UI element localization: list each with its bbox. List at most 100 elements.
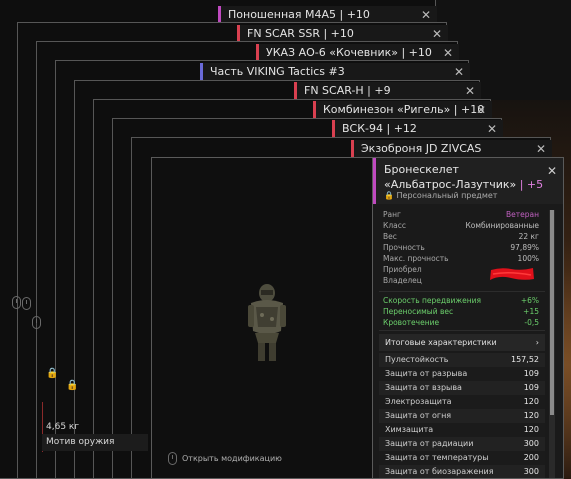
bonus-value: +15 <box>523 307 539 316</box>
item-name-line1: Бронескелет <box>384 163 459 176</box>
bonus-value: -0,5 <box>524 318 539 327</box>
tab-label: УКАЗ АО-6 «Кочевник» | +10 <box>266 46 432 59</box>
bonus-row: Переносимый вес +15 <box>379 307 539 317</box>
stats-scrollbar[interactable] <box>549 210 555 478</box>
stat-value: 100% <box>517 254 539 263</box>
lock-icon: 🔒 <box>46 368 59 379</box>
mouse-icon <box>12 296 21 309</box>
stat-row-rank: Ранг Ветеран <box>379 210 539 220</box>
divider <box>379 330 545 331</box>
tab-label: Часть VIKING Tactics #3 <box>210 65 345 78</box>
stat-key: Приобрел <box>383 265 422 274</box>
table-row: Защита от разрыва 109 <box>379 367 545 381</box>
item-name-part: «Альбатрос-Лазутчик» <box>384 178 517 191</box>
stat-key: Вес <box>383 232 397 241</box>
stat-row-durability: Прочность 97,89% <box>379 243 539 253</box>
mouse-icon <box>22 297 31 310</box>
stat-key: Макс. прочность <box>383 254 449 263</box>
weight-label: 4,65 кг <box>46 422 80 432</box>
item-header: Бронескелет «Альбатрос-Лазутчик» | +5 ✕ … <box>373 158 563 204</box>
row-value: 109 <box>523 383 539 392</box>
stat-value: 22 кг <box>518 232 539 241</box>
tab-label: Экзоброня JD ZIVCAS <box>361 142 482 155</box>
table-row: Защита от температуры 200 <box>379 451 545 465</box>
stat-row-class: Класс Комбинированные <box>379 221 539 231</box>
stat-value: Комбинированные <box>465 221 539 230</box>
row-value: 120 <box>523 397 539 406</box>
armor-image <box>248 284 286 361</box>
tab-label: Поношенная М4А5 | +10 <box>228 8 370 21</box>
row-label: Пулестойкость <box>385 355 449 364</box>
tab-label: FN SCAR-H | +9 <box>304 84 391 97</box>
close-icon[interactable]: ✕ <box>476 101 486 119</box>
item-name-line2: «Альбатрос-Лазутчик» | +5 <box>384 178 543 191</box>
close-icon[interactable]: ✕ <box>454 63 464 81</box>
lock-icon: 🔒 <box>384 191 394 200</box>
bonus-key: Переносимый вес <box>383 307 454 316</box>
table-row: Защита от взрыва 109 <box>379 381 545 395</box>
personal-label: Персональный предмет <box>396 191 498 200</box>
close-icon[interactable]: ✕ <box>547 164 557 178</box>
tab-item-8[interactable]: Экзоброня JD ZIVCAS ✕ <box>351 140 552 158</box>
tab-item-6[interactable]: Комбинезон «Ригель» | +10 ✕ <box>313 101 492 119</box>
stat-value: Ветеран <box>505 210 539 219</box>
row-value: 120 <box>523 411 539 420</box>
divider <box>379 291 545 292</box>
table-row: Защита от огня 120 <box>379 409 545 423</box>
redacted-owner-mark <box>490 268 534 280</box>
row-label: Защита от радиации <box>385 439 474 448</box>
summary-characteristics-button[interactable]: Итоговые характеристики › <box>379 334 545 351</box>
tab-item-5[interactable]: FN SCAR-H | +9 ✕ <box>294 82 481 100</box>
open-modification-button[interactable]: Открыть модификацию <box>168 452 282 465</box>
row-label: Защита от взрыва <box>385 383 462 392</box>
tab-item-4[interactable]: Часть VIKING Tactics #3 ✕ <box>200 63 470 81</box>
table-row: Электрозащита 120 <box>379 395 545 409</box>
mouse-icon <box>168 452 177 465</box>
row-value: 109 <box>523 369 539 378</box>
item-stats-panel: Бронескелет «Альбатрос-Лазутчик» | +5 ✕ … <box>372 157 564 479</box>
table-row: Химзащита 120 <box>379 423 545 437</box>
tab-label: ВСК-94 | +12 <box>342 122 417 135</box>
protection-table: Пулестойкость 157,52 Защита от разрыва 109… <box>379 353 545 478</box>
row-value: 120 <box>523 425 539 434</box>
summary-label: Итоговые характеристики <box>385 338 497 347</box>
tab-label: Комбинезон «Ригель» | +10 <box>323 103 485 116</box>
item-level: | +5 <box>519 178 544 191</box>
close-icon[interactable]: ✕ <box>536 140 546 158</box>
bonus-key: Скорость передвижения <box>383 296 482 305</box>
scrollbar-thumb[interactable] <box>550 210 554 415</box>
stat-key: Владелец <box>383 276 422 285</box>
row-label: Защита от температуры <box>385 453 489 462</box>
weapon-motive-button[interactable]: Мотив оружия <box>42 434 148 451</box>
bonus-value: +6% <box>520 296 539 305</box>
bonus-key: Кровотечение <box>383 318 440 327</box>
stat-value: 97,89% <box>510 243 539 252</box>
close-icon[interactable]: ✕ <box>465 82 475 100</box>
row-label: Электрозащита <box>385 397 452 406</box>
row-value: 157,52 <box>511 355 539 364</box>
table-row: Пулестойкость 157,52 <box>379 353 545 367</box>
stat-key: Ранг <box>383 210 401 219</box>
bonus-row: Кровотечение -0,5 <box>379 318 539 328</box>
row-label: Защита от разрыва <box>385 369 468 378</box>
row-label: Защита от биозаражения <box>385 467 494 476</box>
tab-item-7[interactable]: ВСК-94 | +12 ✕ <box>332 120 503 138</box>
lock-icon: 🔒 <box>66 380 79 391</box>
stat-row-max-durability: Макс. прочность 100% <box>379 254 539 264</box>
row-label: Химзащита <box>385 425 434 434</box>
stat-key: Класс <box>383 221 406 230</box>
row-value: 300 <box>523 467 539 476</box>
personal-item-badge: 🔒 Персональный предмет <box>384 191 497 200</box>
item-preview-window: Открыть модификацию <box>151 157 372 479</box>
bonus-row: Скорость передвижения +6% <box>379 296 539 306</box>
row-value: 300 <box>523 439 539 448</box>
tab-label: FN SCAR SSR | +10 <box>247 27 354 40</box>
row-value: 200 <box>523 453 539 462</box>
stat-key: Прочность <box>383 243 425 252</box>
close-icon[interactable]: ✕ <box>487 120 497 138</box>
table-row: Защита от радиации 300 <box>379 437 545 451</box>
open-modification-label: Открыть модификацию <box>182 454 282 463</box>
chevron-right-icon: › <box>535 338 539 347</box>
stat-row-weight: Вес 22 кг <box>379 232 539 242</box>
mouse-icon <box>32 316 41 329</box>
